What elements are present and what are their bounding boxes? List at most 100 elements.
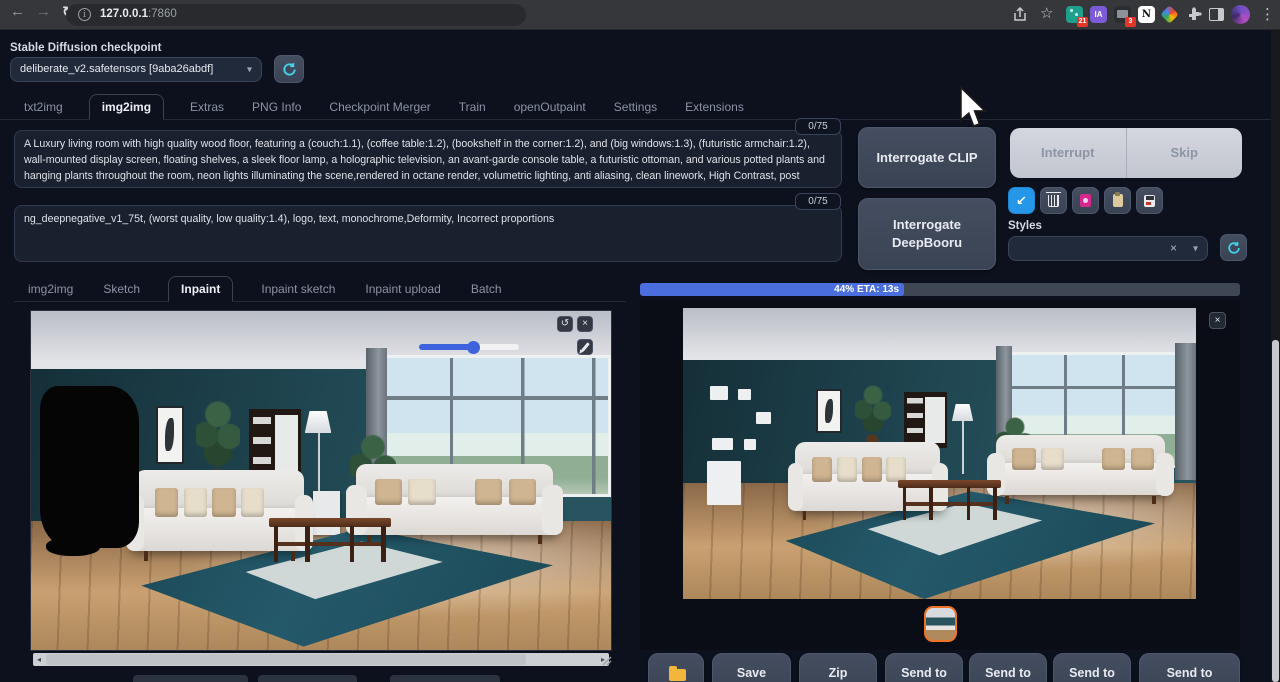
stable-diffusion-webui: ← → ↻ i 127.0.0.1:7860 ☆ 21 IA 3 N ⋮ Sta… [0, 0, 1280, 682]
interrupt-skip-group: Interrupt Skip [1010, 128, 1242, 178]
url-text: 127.0.0.1:7860 [100, 8, 177, 20]
apply-styles-button[interactable] [1104, 187, 1131, 214]
address-bar[interactable]: i 127.0.0.1:7860 [66, 4, 526, 26]
sidebar-panel-icon[interactable] [1209, 8, 1224, 21]
tab-inpaint[interactable]: Inpaint [168, 276, 233, 302]
open-folder-button[interactable] [648, 653, 704, 682]
refresh-checkpoint-button[interactable] [274, 55, 304, 83]
output-gallery: × [640, 300, 1240, 650]
extension-icon-2[interactable]: 3 [1114, 6, 1131, 23]
save-style-button[interactable] [1136, 187, 1163, 214]
tab-png-info[interactable]: PNG Info [250, 95, 303, 119]
info-icon[interactable]: i [78, 8, 91, 21]
pencil-icon [581, 342, 590, 352]
main-tab-bar: txt2img img2img Extras PNG Info Checkpoi… [0, 94, 1280, 120]
bookshelf [698, 375, 780, 512]
tab-extensions[interactable]: Extensions [683, 95, 746, 119]
clear-prompt-button[interactable] [1040, 187, 1067, 214]
clear-styles-icon[interactable]: × [1170, 241, 1177, 255]
refresh-icon [1227, 241, 1241, 255]
extension-icon-1[interactable]: 21 [1066, 6, 1083, 23]
tab-inpaint-upload[interactable]: Inpaint upload [363, 277, 442, 301]
save-button[interactable]: Save [712, 653, 791, 682]
tab-extras[interactable]: Extras [188, 95, 226, 119]
tab-checkpoint-merger[interactable]: Checkpoint Merger [327, 95, 432, 119]
share-icon[interactable] [1012, 7, 1028, 23]
refresh-styles-button[interactable] [1220, 234, 1247, 261]
save-style-icon [1144, 195, 1155, 207]
extension-badge: 3 [1125, 17, 1136, 27]
brush-size-fill [419, 344, 471, 350]
send-to-button[interactable]: Send to [1139, 653, 1240, 682]
zip-button[interactable]: Zip [799, 653, 877, 682]
tab-settings[interactable]: Settings [612, 95, 659, 119]
skip-button[interactable]: Skip [1127, 128, 1243, 178]
cutoff-button[interactable] [133, 675, 248, 682]
send-to-img2img-button[interactable]: Send to [885, 653, 963, 682]
checkpoint-label: Stable Diffusion checkpoint [10, 42, 161, 54]
inpaint-mask-stroke [40, 386, 139, 549]
wall-art [816, 389, 842, 433]
bookmark-star-icon[interactable]: ☆ [1040, 4, 1053, 22]
generated-image[interactable] [683, 308, 1196, 599]
brush-size-slider[interactable] [419, 344, 519, 350]
interrupt-button[interactable]: Interrupt [1010, 128, 1127, 178]
tab-openoutpaint[interactable]: openOutpaint [512, 95, 588, 119]
prompt-input[interactable]: A Luxury living room with high quality w… [14, 130, 842, 188]
tab-inpaint-sketch[interactable]: Inpaint sketch [259, 277, 337, 301]
negative-prompt-input[interactable]: ng_deepnegative_v1_75t, (worst quality, … [14, 205, 842, 262]
scrollbar-thumb[interactable] [1272, 340, 1279, 682]
inpaint-canvas[interactable]: ↺ × [30, 310, 612, 651]
coffee-table [269, 518, 391, 562]
send-to-inpaint-button[interactable]: Send to [969, 653, 1047, 682]
notion-icon[interactable]: N [1138, 6, 1155, 23]
cutoff-button[interactable] [258, 675, 357, 682]
tab-train[interactable]: Train [457, 95, 488, 119]
avatar[interactable] [1231, 5, 1250, 24]
brush-size-handle[interactable] [467, 341, 480, 354]
puzzle-extensions-icon[interactable] [1186, 7, 1202, 23]
extension-badge: 21 [1077, 17, 1088, 27]
card-icon [1080, 194, 1091, 207]
scroll-thumb[interactable] [46, 654, 526, 665]
send-to-extras-button[interactable]: Send to [1053, 653, 1131, 682]
prompt-token-counter: 0/75 [795, 118, 841, 135]
brush-tool-button[interactable] [577, 339, 593, 355]
scroll-left-icon[interactable]: ◂ [33, 653, 45, 666]
chevron-down-icon: ▾ [1193, 243, 1198, 254]
gallery-thumbnail-selected[interactable] [924, 606, 957, 642]
paste-arrow-icon: ↙ [1016, 193, 1027, 209]
tab-batch[interactable]: Batch [469, 277, 504, 301]
refresh-icon [282, 62, 297, 77]
tab-sketch[interactable]: Sketch [101, 277, 142, 301]
extra-networks-button[interactable] [1072, 187, 1099, 214]
negative-token-counter: 0/75 [795, 193, 841, 210]
forward-icon[interactable]: → [36, 3, 51, 20]
interrogate-clip-button[interactable]: Interrogate CLIP [858, 127, 996, 188]
img2img-mode-tab-bar: img2img Sketch Inpaint Inpaint sketch In… [14, 276, 626, 302]
wall-art [156, 406, 184, 464]
checkpoint-dropdown[interactable]: deliberate_v2.safetensors [9aba26abdf] ▾ [10, 57, 262, 82]
styles-dropdown[interactable]: × ▾ [1008, 236, 1208, 261]
resize-handle[interactable] [601, 655, 612, 666]
cutoff-button[interactable] [390, 675, 500, 682]
back-icon[interactable]: ← [10, 3, 25, 20]
diamond-extension-icon[interactable] [1160, 5, 1178, 23]
page-scrollbar[interactable] [1271, 30, 1280, 682]
room-plant [855, 384, 891, 445]
tab-img2img[interactable]: img2img [89, 94, 164, 120]
wall-shelf [904, 392, 948, 447]
close-gallery-icon[interactable]: × [1209, 312, 1226, 329]
folder-icon [669, 669, 686, 681]
interrogate-deepbooru-button[interactable]: Interrogate DeepBooru [858, 198, 996, 270]
menu-kebab-icon[interactable]: ⋮ [1260, 5, 1275, 23]
paste-generation-params-button[interactable]: ↙ [1008, 187, 1035, 214]
browser-toolbar: ← → ↻ i 127.0.0.1:7860 ☆ 21 IA 3 N ⋮ [0, 0, 1280, 30]
extension-icon-ia[interactable]: IA [1090, 6, 1107, 23]
canvas-hscrollbar[interactable]: ◂ ▸ [33, 653, 609, 666]
tab-txt2img[interactable]: txt2img [22, 95, 65, 119]
tab-img2img-mode[interactable]: img2img [26, 277, 75, 301]
clipboard-icon [1113, 194, 1123, 207]
close-icon[interactable]: × [577, 316, 593, 332]
undo-icon[interactable]: ↺ [557, 316, 573, 332]
